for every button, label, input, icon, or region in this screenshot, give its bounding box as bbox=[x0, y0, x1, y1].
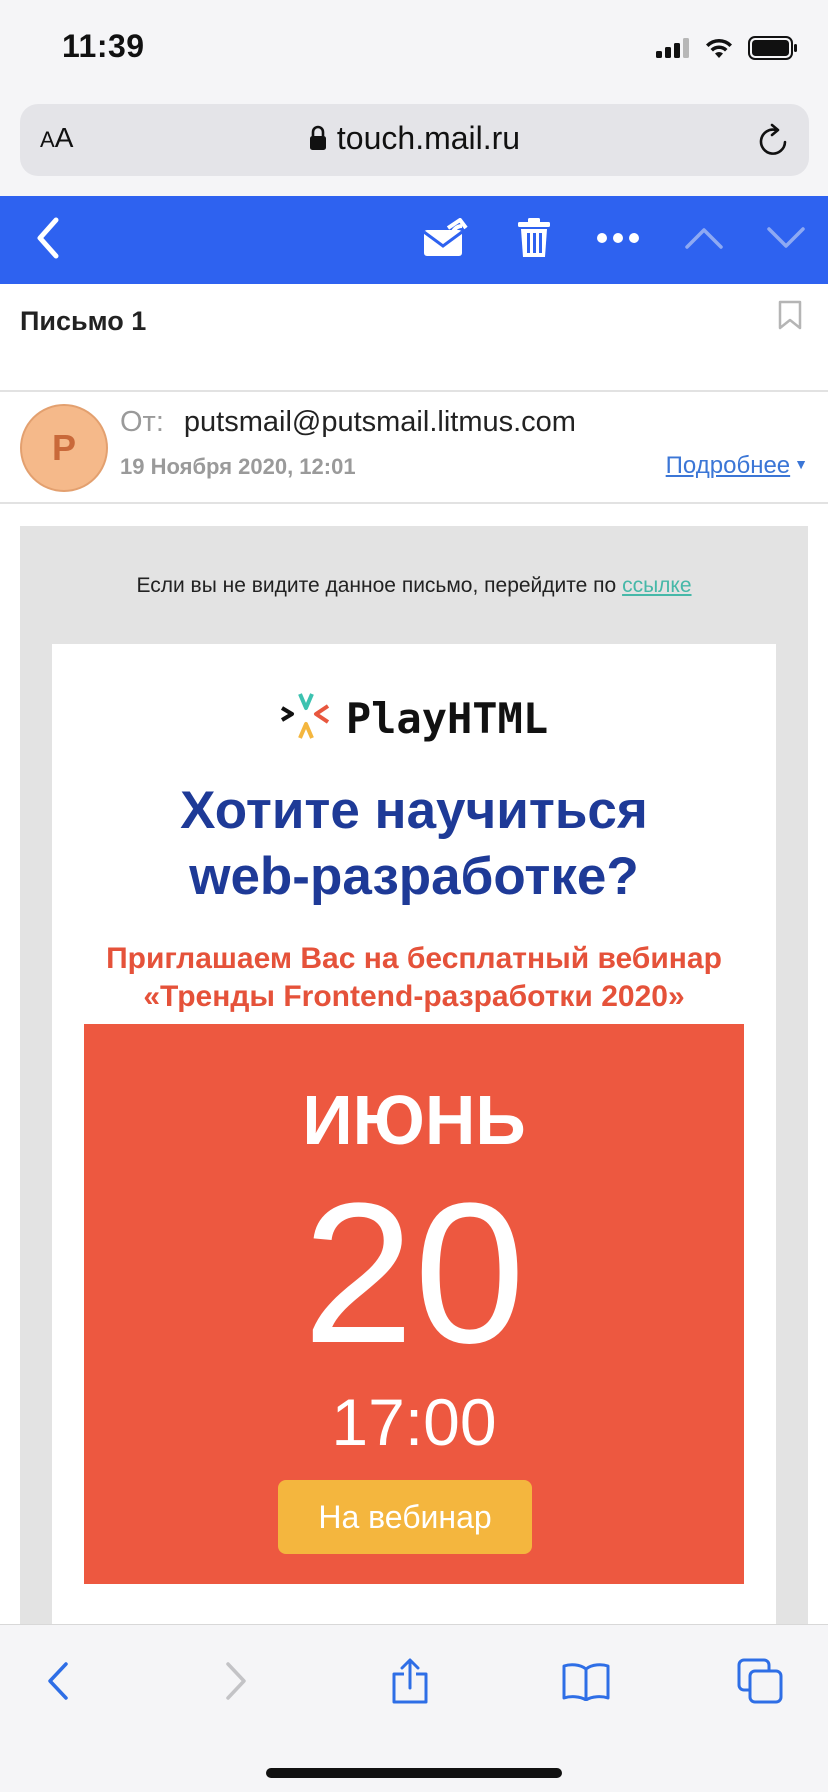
webinar-button[interactable]: На вебинар bbox=[278, 1480, 532, 1554]
more-button[interactable] bbox=[588, 196, 648, 284]
email-card: PlayHTML Хотите научиться web-разработке… bbox=[52, 644, 776, 1644]
headline-line-2: web-разработке? bbox=[189, 847, 639, 906]
tabs-button[interactable] bbox=[730, 1653, 790, 1713]
browser-back-button[interactable] bbox=[28, 1653, 88, 1713]
headline: Хотите научиться web-разработке? bbox=[52, 778, 776, 910]
mail-toolbar bbox=[0, 196, 828, 284]
url-text: touch.mail.ru bbox=[336, 120, 521, 156]
bookmark-icon[interactable] bbox=[778, 300, 802, 335]
subject-row: Письмо 1 bbox=[0, 284, 828, 392]
address-bar[interactable]: AA touch.mail.ru bbox=[20, 104, 809, 176]
avatar: P bbox=[20, 404, 108, 492]
playhtml-logo-icon bbox=[280, 692, 332, 745]
details-link-label: Подробнее bbox=[665, 452, 791, 479]
share-button[interactable] bbox=[380, 1653, 440, 1713]
invitation-text: Приглашаем Вас на бесплатный вебинар «Тр… bbox=[52, 940, 776, 1016]
preheader-link[interactable]: ссылке bbox=[622, 574, 691, 597]
event-month: ИЮНЬ bbox=[302, 1081, 526, 1159]
logo: PlayHTML bbox=[52, 692, 776, 745]
back-icon bbox=[46, 1661, 70, 1706]
url-display[interactable]: touch.mail.ru bbox=[20, 120, 809, 159]
invitation-line-1: Приглашаем Вас на бесплатный вебинар bbox=[106, 942, 722, 975]
previous-message-button[interactable] bbox=[674, 196, 734, 284]
cellular-signal-icon bbox=[656, 38, 690, 63]
back-button[interactable] bbox=[18, 196, 78, 284]
from-line: От: putsmail@putsmail.litmus.com bbox=[120, 406, 576, 439]
next-message-button[interactable] bbox=[756, 196, 816, 284]
home-indicator bbox=[266, 1768, 562, 1778]
logo-text: PlayHTML bbox=[345, 694, 549, 743]
book-icon bbox=[562, 1661, 610, 1706]
status-time: 11:39 bbox=[62, 28, 145, 64]
trash-icon bbox=[516, 217, 552, 264]
from-label: От: bbox=[120, 406, 164, 438]
browser-address-area: AA touch.mail.ru bbox=[0, 96, 828, 196]
chevron-up-icon bbox=[684, 226, 724, 255]
event-time: 17:00 bbox=[331, 1385, 497, 1459]
browser-forward-button[interactable] bbox=[206, 1653, 266, 1713]
status-bar: 11:39 bbox=[0, 0, 828, 96]
preheader-text: Если вы не видите данное письмо, перейди… bbox=[136, 574, 617, 597]
details-link[interactable]: Подробнее ▼ bbox=[666, 452, 808, 480]
battery-icon bbox=[748, 36, 798, 65]
headline-line-1: Хотите научиться bbox=[180, 781, 648, 840]
wifi-icon bbox=[704, 37, 734, 64]
reload-icon[interactable] bbox=[757, 122, 791, 163]
more-icon bbox=[597, 231, 639, 249]
event-day: 20 bbox=[302, 1162, 526, 1385]
invitation-line-2: «Тренды Frontend-разработки 2020» bbox=[143, 980, 685, 1013]
share-icon bbox=[390, 1658, 430, 1709]
forward-icon bbox=[224, 1661, 248, 1706]
sender-row: P От: putsmail@putsmail.litmus.com 19 Ноя… bbox=[0, 392, 828, 504]
back-icon bbox=[36, 217, 60, 264]
caret-down-icon: ▼ bbox=[794, 456, 808, 472]
bookmarks-button[interactable] bbox=[556, 1653, 616, 1713]
email-content: Если вы не видите данное письмо, перейди… bbox=[20, 526, 808, 1644]
chevron-down-icon bbox=[766, 226, 806, 255]
move-icon bbox=[422, 217, 468, 263]
from-address[interactable]: putsmail@putsmail.litmus.com bbox=[184, 406, 576, 438]
tabs-icon bbox=[737, 1658, 783, 1709]
preheader: Если вы не видите данное письмо, перейди… bbox=[20, 574, 808, 598]
move-button[interactable] bbox=[414, 196, 476, 284]
message-date: 19 Ноября 2020, 12:01 bbox=[120, 454, 356, 479]
status-icons bbox=[656, 36, 798, 65]
message-subject: Письмо 1 bbox=[20, 306, 147, 336]
event-date-box: ИЮНЬ 20 17:00 На вебинар bbox=[84, 1024, 744, 1584]
browser-bottom-bar bbox=[0, 1624, 828, 1792]
lock-icon bbox=[309, 122, 327, 159]
delete-button[interactable] bbox=[504, 196, 564, 284]
